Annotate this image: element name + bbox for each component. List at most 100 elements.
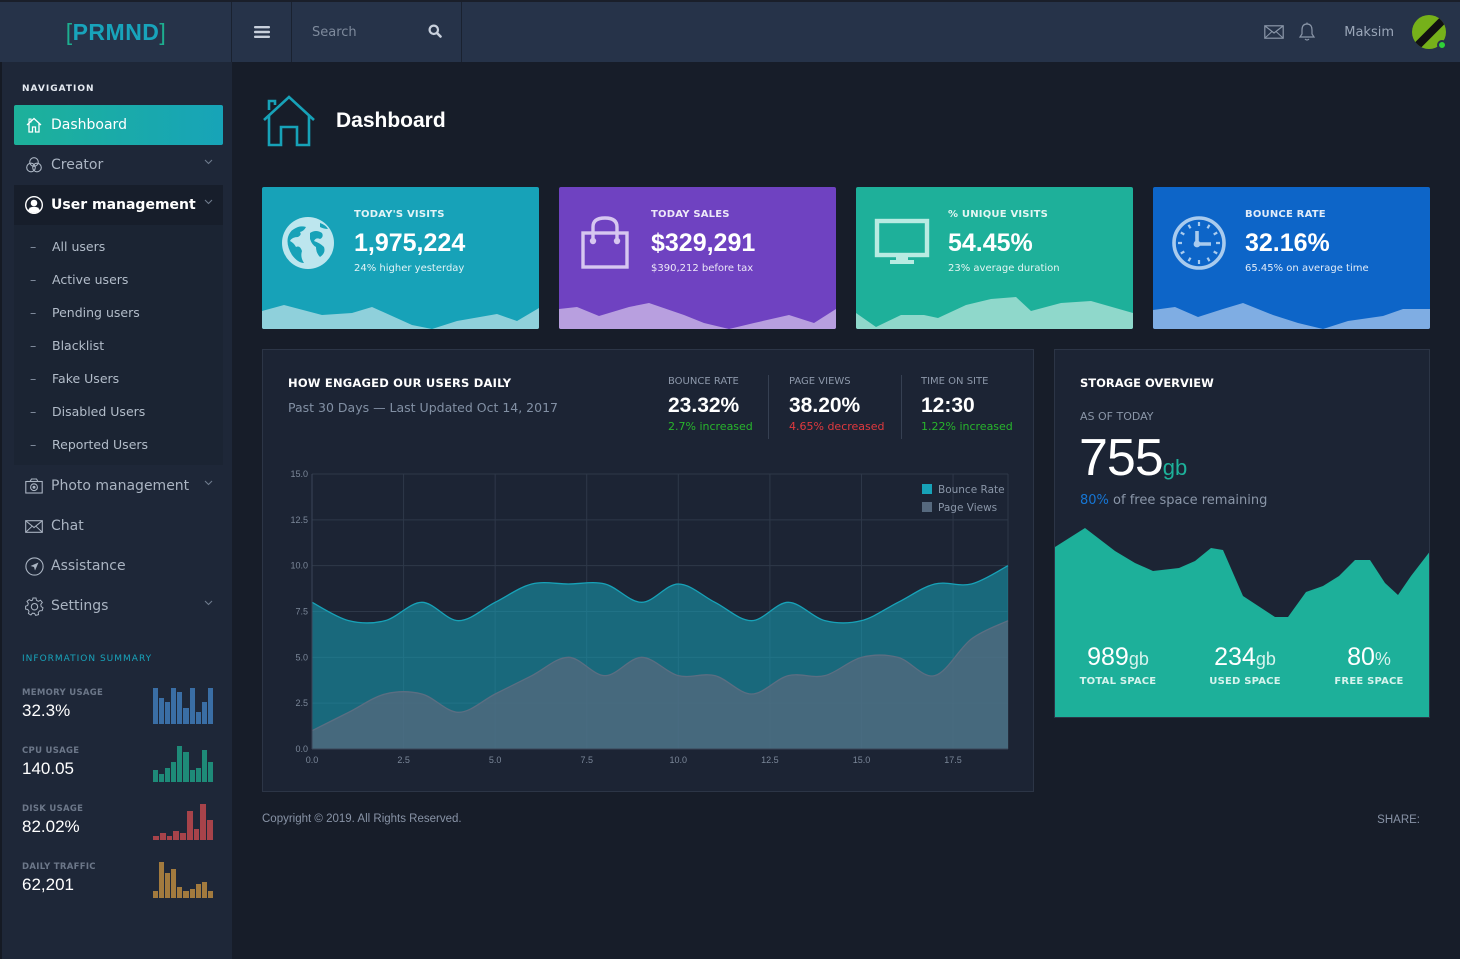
info-summary-heading: INFORMATION SUMMARY xyxy=(22,654,153,664)
engagement-area-chart: 0.0 2.5 5.0 7.5 10.0 12.5 15.0 0.0 2.5 5.0 7.5 10.0… xyxy=(290,469,1009,765)
search-input[interactable] xyxy=(312,24,422,40)
kpi-change: 1.22% increased xyxy=(921,420,1013,433)
menu-toggle-button[interactable] xyxy=(232,2,292,62)
stat-value: 54.45% xyxy=(948,229,1033,257)
nav-heading: NAVIGATION xyxy=(22,84,95,94)
spark-bar xyxy=(177,692,183,724)
sidebar-item-photo-management[interactable]: Photo management xyxy=(14,466,223,506)
submenu-item-pending-users[interactable]: – Pending users xyxy=(14,297,223,327)
free-space-label: of free space remaining xyxy=(1113,493,1268,508)
copyright: Copyright © 2019. All Rights Reserved. xyxy=(262,813,462,825)
spark-bar xyxy=(186,811,193,840)
metric-disk-usage: DISK USAGE 82.02% xyxy=(22,804,217,854)
sidebar-item-user-management[interactable]: User management xyxy=(14,185,223,225)
spark-bar xyxy=(159,832,166,840)
storage-amount-value: 755 xyxy=(1079,429,1164,487)
stat-value: $329,291 xyxy=(651,229,756,257)
shopping-bag-icon xyxy=(581,216,629,269)
sidebar-item-chat[interactable]: Chat xyxy=(14,506,223,546)
stat-wave xyxy=(559,303,836,329)
x-tick-label: 0.0 xyxy=(306,755,319,765)
brand-logo[interactable]: [PRMND] xyxy=(0,2,232,62)
stat-subtext: $390,212 before tax xyxy=(651,263,754,274)
submenu-label: Active users xyxy=(52,271,129,287)
free-space-percent: 80% xyxy=(1080,493,1109,508)
sidebar-item-settings[interactable]: Settings xyxy=(14,586,223,626)
stat-unit: % xyxy=(1374,649,1391,669)
spark-bar xyxy=(201,702,207,724)
user-avatar[interactable] xyxy=(1412,15,1447,50)
submenu-label: Blacklist xyxy=(52,337,105,353)
submenu-item-active-users[interactable]: – Active users xyxy=(14,264,223,294)
username[interactable]: Maksim xyxy=(1344,25,1394,40)
submenu-item-disabled-users[interactable]: – Disabled Users xyxy=(14,396,223,426)
submenu-item-fake-users[interactable]: – Fake Users xyxy=(14,363,223,393)
cpu-sparkline xyxy=(153,746,213,782)
search-icon[interactable] xyxy=(428,24,442,38)
sidebar-item-assistance[interactable]: Assistance xyxy=(14,546,223,586)
disk-sparkline xyxy=(153,804,214,840)
y-tick-label: 15.0 xyxy=(290,469,308,479)
spark-bar xyxy=(183,752,189,782)
sidebar-item-label: User management xyxy=(51,197,196,213)
kpi-change: 4.65% decreased xyxy=(789,420,885,433)
x-tick-label: 5.0 xyxy=(489,755,502,765)
stat-label: FREE SPACE xyxy=(1334,676,1404,687)
submenu-item-blacklist[interactable]: – Blacklist xyxy=(14,330,223,360)
submenu-item-reported-users[interactable]: – Reported Users xyxy=(14,429,223,459)
spark-bar xyxy=(153,890,159,898)
sidebar-item-creator[interactable]: Creator xyxy=(14,145,223,185)
spark-bar xyxy=(189,688,195,724)
stat-title: TODAY SALES xyxy=(651,209,730,220)
mail-icon[interactable] xyxy=(1264,25,1285,39)
sidebar-item-label: Dashboard xyxy=(51,117,127,133)
chevron-down-icon xyxy=(204,199,213,205)
spark-bar xyxy=(165,872,171,898)
kpi-page-views: PAGE VIEWS 38.20% 4.65% decreased xyxy=(789,376,885,433)
panel-title: HOW ENGAGED OUR USERS DAILY xyxy=(288,376,512,390)
as-of-label: AS OF TODAY xyxy=(1080,410,1154,423)
bullet: – xyxy=(30,337,37,353)
bullet: – xyxy=(30,436,37,452)
spark-bar xyxy=(159,698,165,724)
online-status-indicator xyxy=(1437,40,1447,50)
page-title: Dashboard xyxy=(336,109,446,132)
share-label[interactable]: SHARE: xyxy=(1377,814,1420,826)
kpi-label: TIME ON SITE xyxy=(921,376,989,387)
legend-swatch xyxy=(922,484,932,494)
sidebar-item-dashboard[interactable]: Dashboard xyxy=(14,105,223,145)
metric-cpu-usage: CPU USAGE 140.05 xyxy=(22,746,217,796)
monitor-icon xyxy=(874,218,930,264)
x-tick-label: 15.0 xyxy=(853,755,871,765)
stat-label: TOTAL SPACE xyxy=(1079,676,1157,687)
spark-bar xyxy=(183,708,189,724)
stat-title: % UNIQUE VISITS xyxy=(948,209,1049,220)
spark-bar xyxy=(173,831,180,840)
spark-bar xyxy=(159,862,165,898)
kpi-change: 2.7% increased xyxy=(668,420,753,433)
x-tick-label: 12.5 xyxy=(761,755,779,765)
stat-subtext: 24% higher yesterday xyxy=(354,263,465,274)
spark-bar xyxy=(207,762,213,782)
stat-wave xyxy=(1153,303,1430,329)
stat-value: 1,975,224 xyxy=(354,229,466,257)
total-space-stat: 989gb TOTAL SPACE xyxy=(1058,643,1178,687)
spark-bar xyxy=(195,768,201,782)
free-space-text: 80% of free space remaining xyxy=(1080,493,1267,508)
bullet: – xyxy=(30,304,37,320)
hamburger-icon xyxy=(254,26,270,38)
stat-unit: gb xyxy=(1128,649,1149,669)
metric-memory-usage: MEMORY USAGE 32.3% xyxy=(22,688,217,738)
y-tick-label: 5.0 xyxy=(295,652,308,662)
spark-bar xyxy=(189,889,195,898)
y-tick-label: 0.0 xyxy=(295,744,308,754)
submenu-item-all-users[interactable]: – All users xyxy=(14,231,223,261)
sidebar-item-label: Assistance xyxy=(51,558,126,574)
bell-icon[interactable] xyxy=(1298,22,1316,42)
storage-overview-panel: STORAGE OVERVIEW AS OF TODAY 755gb 80% o… xyxy=(1054,349,1430,718)
stat-label: USED SPACE xyxy=(1209,676,1281,687)
spark-bar xyxy=(189,770,195,782)
divider xyxy=(768,375,769,439)
memory-sparkline xyxy=(153,688,213,724)
spark-bar xyxy=(165,768,171,782)
